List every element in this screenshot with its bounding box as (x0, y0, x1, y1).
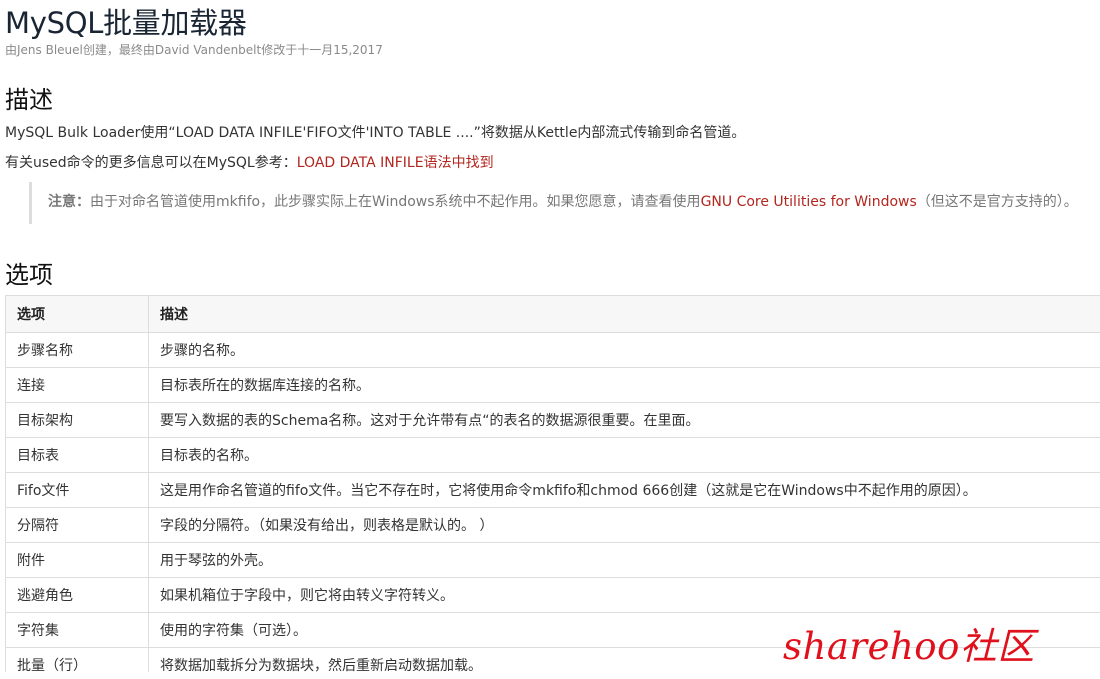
table-row: 目标架构 要写入数据的表的Schema名称。这对于允许带有点“的表名的数据源很重… (5, 402, 1100, 438)
table-row: Fifo文件 这是用作命名管道的fifo文件。当它不存在时，它将使用命令mkfi… (5, 472, 1100, 508)
note-text: 由于对命名管道使用mkfifo，此步骤实际上在Windows系统中不起作用。如果… (90, 194, 701, 210)
option-name-cell: 步骤名称 (5, 332, 149, 368)
option-description-cell: 要写入数据的表的Schema名称。这对于允许带有点“的表名的数据源很重要。在里面… (148, 402, 1100, 438)
option-description-cell: 用于琴弦的外壳。 (148, 542, 1100, 578)
options-heading: 选项 (5, 261, 53, 289)
option-description-cell: 字段的分隔符。（如果没有给出，则表格是默认的。 ） (148, 507, 1100, 543)
option-name-cell: 分隔符 (5, 507, 149, 543)
option-name-cell: 附件 (5, 542, 149, 578)
option-description-cell: 这是用作命名管道的fifo文件。当它不存在时，它将使用命令mkfifo和chmo… (148, 472, 1100, 508)
note-blockquote: 注意：由于对命名管道使用mkfifo，此步骤实际上在Windows系统中不起作用… (29, 182, 1078, 224)
option-name-cell: 目标架构 (5, 402, 149, 438)
description-line-2: 有关used命令的更多信息可以在MySQL参考：LOAD DATA INFILE… (5, 152, 494, 172)
option-description-cell: 目标表所在的数据库连接的名称。 (148, 367, 1100, 403)
description-heading: 描述 (5, 86, 53, 114)
note-suffix: （但这不是官方支持的）。 (916, 194, 1078, 210)
option-description-cell: 目标表的名称。 (148, 437, 1100, 473)
table-row: 目标表 目标表的名称。 (5, 437, 1100, 473)
page-title: MySQL批量加载器 (5, 6, 247, 40)
table-header-row: 选项 描述 (5, 295, 1100, 333)
option-description-cell: 如果机箱位于字段中，则它将由转义字符转义。 (148, 577, 1100, 613)
option-name-cell: 逃避角色 (5, 577, 149, 613)
note-label: 注意： (48, 194, 90, 210)
option-name-cell: 目标表 (5, 437, 149, 473)
option-description-cell: 步骤的名称。 (148, 332, 1100, 368)
table-row: 步骤名称 步骤的名称。 (5, 332, 1100, 368)
description-line-2-text: 有关used命令的更多信息可以在MySQL参考： (5, 155, 297, 171)
load-data-infile-link[interactable]: LOAD DATA INFILE语法中找到 (297, 155, 494, 171)
gnu-core-utilities-link[interactable]: GNU Core Utilities for Windows (701, 194, 917, 210)
table-row: 附件 用于琴弦的外壳。 (5, 542, 1100, 578)
page-meta: 由Jens Bleuel创建，最终由David Vandenbelt修改于十一月… (5, 43, 383, 57)
table-row: 连接 目标表所在的数据库连接的名称。 (5, 367, 1100, 403)
column-header-option: 选项 (5, 295, 149, 333)
column-header-description: 描述 (148, 295, 1100, 333)
table-row: 分隔符 字段的分隔符。（如果没有给出，则表格是默认的。 ） (5, 507, 1100, 543)
description-line-1: MySQL Bulk Loader使用“LOAD DATA INFILE'FIF… (5, 125, 746, 141)
option-name-cell: Fifo文件 (5, 472, 149, 508)
document-page: MySQL批量加载器 由Jens Bleuel创建，最终由David Vande… (0, 0, 1100, 679)
option-name-cell: 字符集 (5, 612, 149, 648)
bottom-fade (0, 672, 1100, 679)
option-name-cell: 连接 (5, 367, 149, 403)
sharehoo-watermark: sharehoo社区 (783, 625, 1035, 668)
table-row: 逃避角色 如果机箱位于字段中，则它将由转义字符转义。 (5, 577, 1100, 613)
